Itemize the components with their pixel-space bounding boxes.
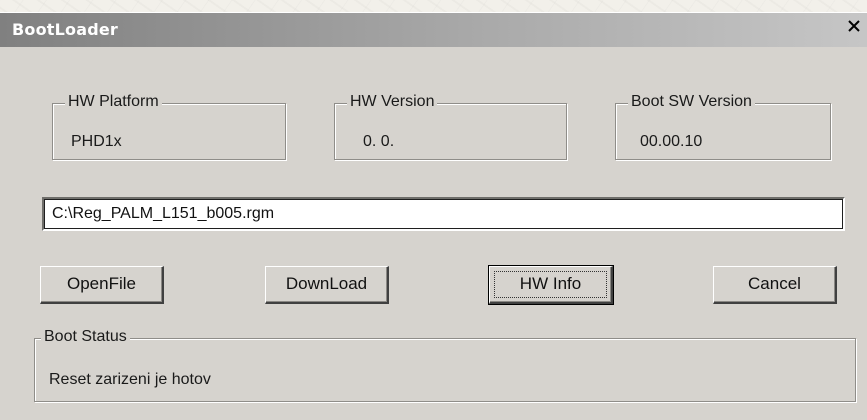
window-title: BootLoader [12, 20, 119, 39]
close-icon [847, 19, 863, 33]
title-bar[interactable]: BootLoader [0, 13, 867, 47]
focus-indicator [494, 271, 607, 298]
boot-status-group: Boot Status Reset zarizeni je hotov [34, 328, 856, 402]
boot-sw-version-label: Boot SW Version [628, 93, 755, 111]
boot-status-label: Boot Status [41, 328, 130, 346]
hw-platform-label: HW Platform [65, 93, 162, 111]
download-button[interactable]: DownLoad [265, 266, 389, 304]
cancel-button-label: Cancel [748, 274, 801, 293]
boot-sw-version-value: 00.00.10 [640, 133, 703, 150]
hw-version-value: 0. 0. [363, 133, 395, 150]
boot-sw-version-group: Boot SW Version 00.00.10 [615, 93, 831, 160]
open-file-button-label: OpenFile [67, 274, 136, 293]
hw-version-label: HW Version [347, 93, 438, 111]
file-path-input[interactable] [42, 197, 845, 231]
hw-version-group: HW Version 0. 0. [334, 93, 567, 160]
hw-info-button[interactable]: HW Info [488, 265, 614, 305]
hw-platform-group: HW Platform PHD1x [52, 93, 286, 160]
bootloader-dialog: BootLoader HW Platform PHD1x HW Version … [0, 12, 867, 420]
cancel-button[interactable]: Cancel [713, 266, 837, 304]
boot-status-value: Reset zarizeni je hotov [49, 371, 211, 388]
close-button[interactable] [847, 19, 863, 37]
download-button-label: DownLoad [285, 274, 368, 293]
open-file-button[interactable]: OpenFile [40, 266, 164, 304]
hw-platform-value: PHD1x [71, 133, 122, 150]
